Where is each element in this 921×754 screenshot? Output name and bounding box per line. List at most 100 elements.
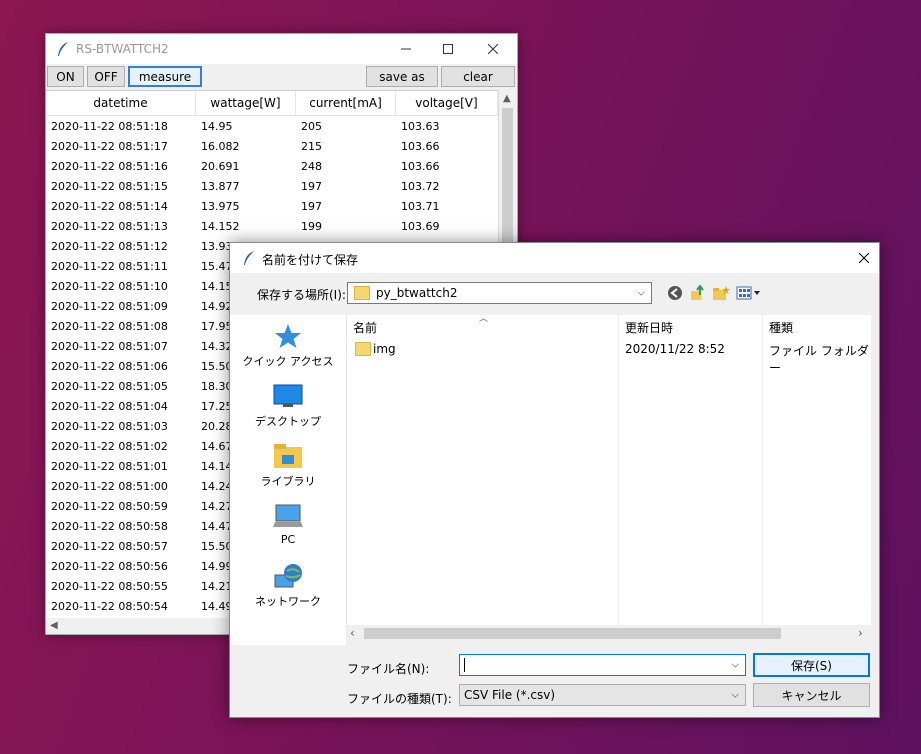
column-header-voltage[interactable]: voltage[V] [396, 91, 498, 115]
cancel-button[interactable]: キャンセル [753, 683, 870, 707]
table-cell: 2020-11-22 08:51:02 [51, 439, 168, 453]
table-cell: 2020-11-22 08:50:56 [51, 559, 168, 573]
dialog-titlebar: 名前を付けて保存 [230, 243, 879, 273]
table-cell: 13.877 [201, 179, 240, 193]
minimize-icon [401, 48, 411, 50]
column-header-current[interactable]: current[mA] [296, 91, 396, 115]
table-row[interactable]: 2020-11-22 08:51:17 16.082 215 103.66 [46, 136, 498, 156]
filename-input[interactable]: ⌵ [459, 654, 746, 676]
save-as-button[interactable]: save as [366, 66, 438, 87]
save-button[interactable]: 保存(S) [753, 653, 870, 677]
column-header-name[interactable]: 名前 [353, 319, 377, 336]
file-modified: 2020/11/22 8:52 [625, 342, 725, 356]
close-button[interactable] [483, 39, 503, 59]
minimize-button[interactable] [396, 39, 416, 59]
table-cell: 2020-11-22 08:51:10 [51, 279, 168, 293]
file-list[interactable]: ︿ 名前 更新日時 種類 img 2020/11/22 8:52 ファイル フォ… [346, 314, 871, 625]
sidebar-item-label: クイック アクセス [242, 355, 334, 368]
filetype-select[interactable]: CSV File (*.csv) ⌵ [459, 684, 746, 706]
table-cell: 199 [301, 219, 322, 233]
table-cell: 2020-11-22 08:51:16 [51, 159, 168, 173]
table-cell: 2020-11-22 08:51:00 [51, 479, 168, 493]
table-cell: 20.691 [201, 159, 240, 173]
file-list-hscrollbar[interactable]: ‹ › [346, 625, 870, 641]
sidebar-item-library[interactable]: ライブラリ [230, 443, 346, 489]
table-row[interactable]: 2020-11-22 08:51:13 14.152 199 103.69 [46, 216, 498, 236]
folder-icon [355, 342, 371, 356]
save-location-select[interactable]: py_btwattch2 ⌵ [347, 282, 652, 304]
measure-button[interactable]: measure [128, 66, 202, 87]
back-arrow-icon [668, 286, 682, 300]
back-button[interactable] [666, 284, 684, 302]
column-header-wattage[interactable]: wattage[W] [196, 91, 296, 115]
table-cell: 2020-11-22 08:50:58 [51, 519, 168, 533]
table-cell: 215 [301, 139, 322, 153]
table-cell: 103.72 [401, 179, 440, 193]
scroll-left-icon[interactable]: ◀ [50, 620, 58, 631]
library-icon [274, 444, 302, 468]
sidebar-item-label: ネットワーク [255, 595, 321, 608]
up-folder-button[interactable] [688, 284, 706, 302]
table-cell: 103.63 [401, 119, 440, 133]
file-type: ファイル フォルダー [769, 344, 869, 375]
table-row[interactable]: 2020-11-22 08:51:15 13.877 197 103.72 [46, 176, 498, 196]
column-header-modified[interactable]: 更新日時 [625, 319, 673, 336]
table-row[interactable]: 2020-11-22 08:51:14 13.975 197 103.71 [46, 196, 498, 216]
chevron-down-icon: ⌵ [731, 689, 739, 701]
table-cell: 14.152 [201, 219, 240, 233]
view-menu-button[interactable] [736, 284, 762, 302]
new-folder-button[interactable] [712, 284, 730, 302]
sidebar-item-label: ライブラリ [260, 475, 316, 488]
column-header-type[interactable]: 種類 [769, 319, 793, 336]
table-cell: 2020-11-22 08:51:05 [51, 379, 168, 393]
desktop-icon [273, 384, 303, 407]
table-cell: 2020-11-22 08:51:12 [51, 239, 168, 253]
table-cell: 2020-11-22 08:50:54 [51, 599, 168, 613]
table-row[interactable]: 2020-11-22 08:51:18 14.95 205 103.63 [46, 116, 498, 136]
table-row[interactable]: 2020-11-22 08:51:16 20.691 248 103.66 [46, 156, 498, 176]
file-name: img [373, 342, 396, 356]
scroll-up-icon[interactable]: ▲ [503, 93, 511, 104]
sidebar-item-pc[interactable]: PC [230, 503, 346, 546]
folder-icon [354, 286, 370, 300]
table-cell: 2020-11-22 08:50:55 [51, 579, 168, 593]
close-icon [488, 44, 498, 54]
filename-label: ファイル名(N): [347, 662, 430, 676]
file-list-header: ︿ 名前 更新日時 種類 [347, 314, 871, 337]
view-menu-icon [736, 286, 760, 300]
table-cell: 2020-11-22 08:51:14 [51, 199, 168, 213]
off-button[interactable]: OFF [87, 66, 125, 87]
file-row-img[interactable]: img 2020/11/22 8:52 ファイル フォルダー [347, 341, 871, 375]
scroll-left-icon[interactable]: ‹ [350, 626, 355, 640]
feather-icon [244, 251, 254, 265]
column-divider [618, 315, 619, 625]
filetype-label: ファイルの種類(T): [347, 692, 452, 706]
on-button[interactable]: ON [47, 66, 84, 87]
maximize-button[interactable] [438, 39, 458, 59]
table-cell: 2020-11-22 08:51:17 [51, 139, 168, 153]
sidebar-item-quick-access[interactable]: クイック アクセス [230, 323, 346, 369]
table-cell: 103.66 [401, 159, 440, 173]
save-location-value: py_btwattch2 [376, 286, 458, 300]
table-cell: 197 [301, 199, 322, 213]
table-cell: 103.69 [401, 219, 440, 233]
sidebar-item-desktop[interactable]: デスクトップ [230, 383, 346, 429]
table-cell: 2020-11-22 08:51:13 [51, 219, 168, 233]
table-cell: 2020-11-22 08:51:04 [51, 399, 168, 413]
sidebar-item-label: デスクトップ [255, 415, 321, 428]
table-cell: 13.975 [201, 199, 240, 213]
column-header-datetime[interactable]: datetime [46, 91, 196, 115]
table-cell: 103.66 [401, 139, 440, 153]
chevron-down-icon[interactable]: ⌵ [731, 660, 739, 671]
table-cell: 2020-11-22 08:51:01 [51, 459, 168, 473]
scroll-right-icon[interactable]: › [858, 626, 863, 640]
dialog-close-button[interactable] [854, 248, 874, 268]
table-cell: 2020-11-22 08:51:09 [51, 299, 168, 313]
sidebar-item-network[interactable]: ネットワーク [230, 563, 346, 609]
scrollbar-thumb[interactable] [364, 628, 781, 639]
sidebar-item-label: PC [280, 533, 296, 546]
table-cell: 16.082 [201, 139, 240, 153]
clear-button[interactable]: clear [441, 66, 515, 87]
feather-icon [58, 42, 68, 56]
table-cell: 14.95 [201, 119, 233, 133]
